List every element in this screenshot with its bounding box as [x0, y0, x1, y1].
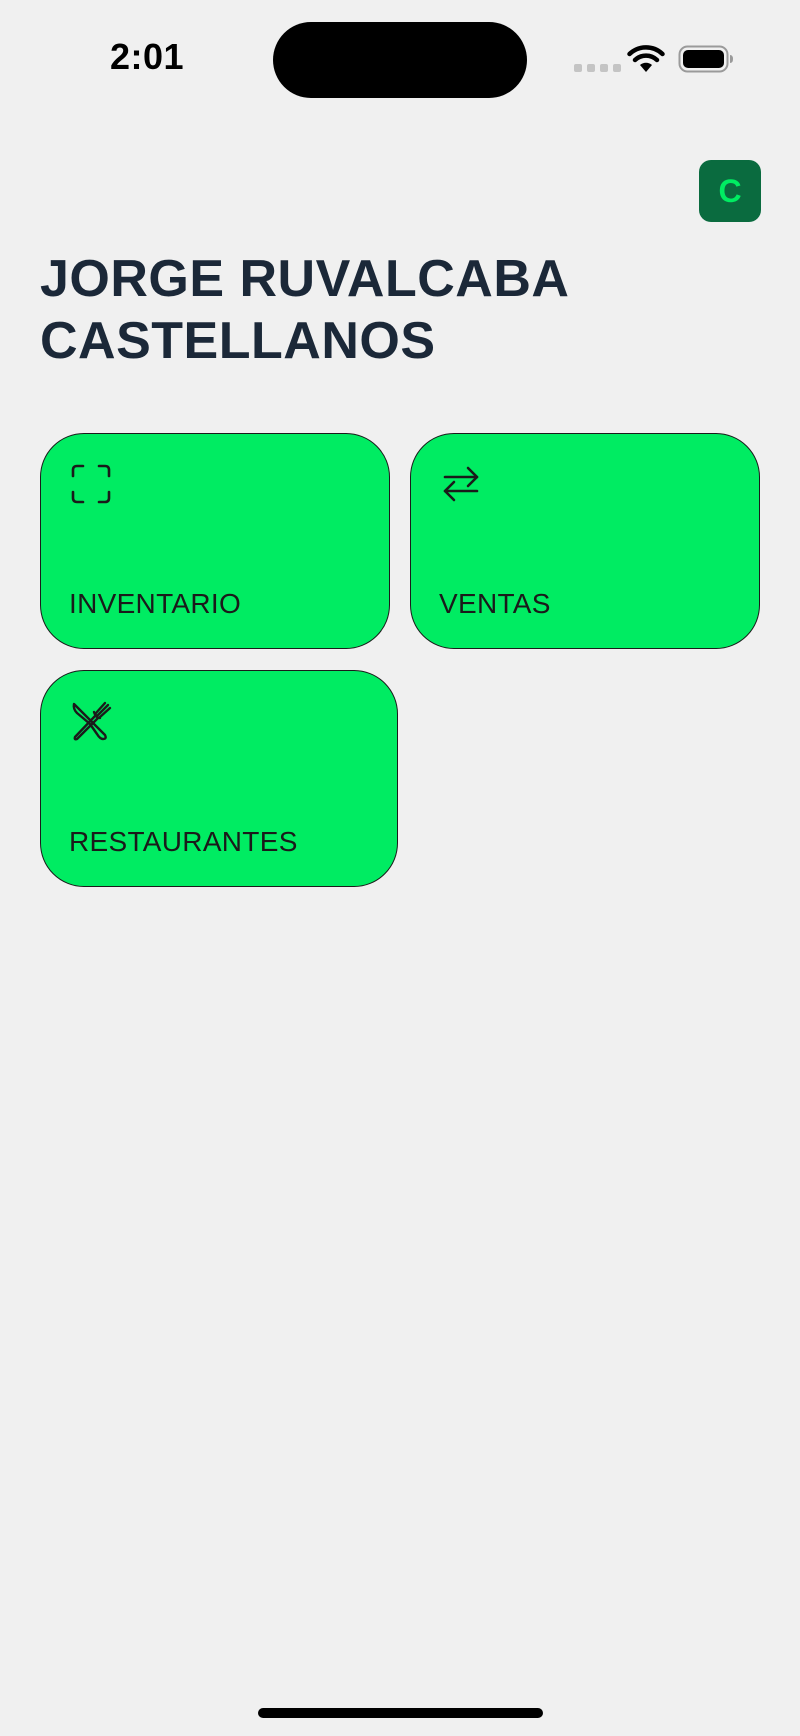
swap-arrows-icon: [443, 466, 479, 502]
dynamic-island: [273, 22, 527, 98]
avatar[interactable]: C: [699, 160, 761, 222]
user-name-title: JORGE RUVALCABA CASTELLANOS: [40, 250, 568, 370]
inventario-label: INVENTARIO: [69, 588, 242, 619]
restaurantes-tile[interactable]: RESTAURANTES: [40, 670, 398, 887]
restaurantes-label: RESTAURANTES: [69, 826, 298, 857]
knife-fork-icon: [72, 701, 112, 741]
ventas-label: VENTAS: [439, 588, 551, 619]
inventario-tile[interactable]: INVENTARIO: [40, 433, 390, 649]
battery-icon: [678, 45, 733, 73]
scan-frame-icon: [71, 464, 111, 504]
status-time: 2:01: [110, 36, 185, 77]
ventas-tile[interactable]: VENTAS: [410, 433, 760, 649]
home-indicator[interactable]: [258, 1708, 543, 1718]
wifi-icon: [627, 45, 665, 72]
app-screen: 2:01 C JORGE RUVALCABA CASTELLANOS INVEN…: [0, 0, 800, 1736]
signal-dots-icon: [574, 64, 621, 72]
